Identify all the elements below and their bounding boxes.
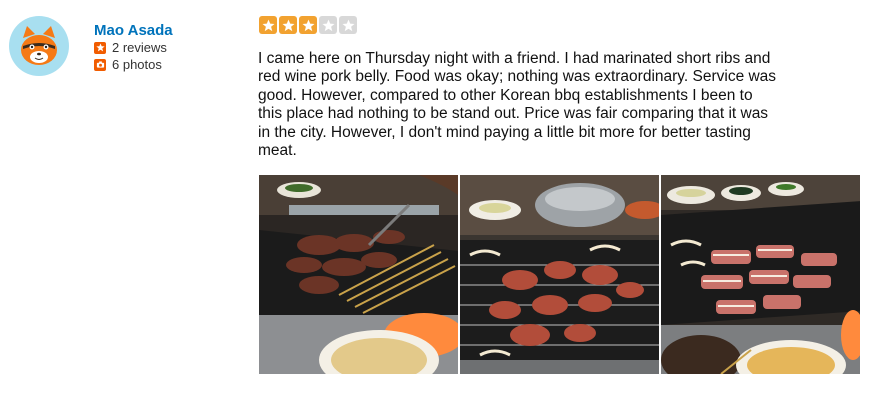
star-icon: [339, 16, 357, 34]
review-count-label: 2 reviews: [112, 40, 167, 55]
bbq-grill-photo: [460, 175, 659, 374]
camera-icon: [94, 58, 106, 71]
cat-face-icon: [21, 26, 57, 65]
star-icon: [259, 16, 277, 34]
star-rating: [259, 16, 357, 34]
review-photo-2[interactable]: [460, 175, 659, 374]
user-name-link[interactable]: Mao Asada: [94, 22, 173, 39]
bbq-grill-photo: [661, 175, 860, 374]
bbq-grill-photo: [259, 175, 458, 374]
star-icon: [279, 16, 297, 34]
star-icon: [94, 41, 106, 54]
review-count: 2 reviews: [94, 40, 167, 55]
review-text: I came here on Thursday night with a fri…: [258, 50, 777, 160]
review-photo-1[interactable]: [259, 175, 458, 374]
photo-count-label: 6 photos: [112, 57, 162, 72]
review-photo-3[interactable]: [661, 175, 860, 374]
photo-count: 6 photos: [94, 57, 162, 72]
star-icon: [319, 16, 337, 34]
avatar[interactable]: [9, 16, 69, 76]
star-icon: [299, 16, 317, 34]
review-photos: [259, 175, 860, 374]
